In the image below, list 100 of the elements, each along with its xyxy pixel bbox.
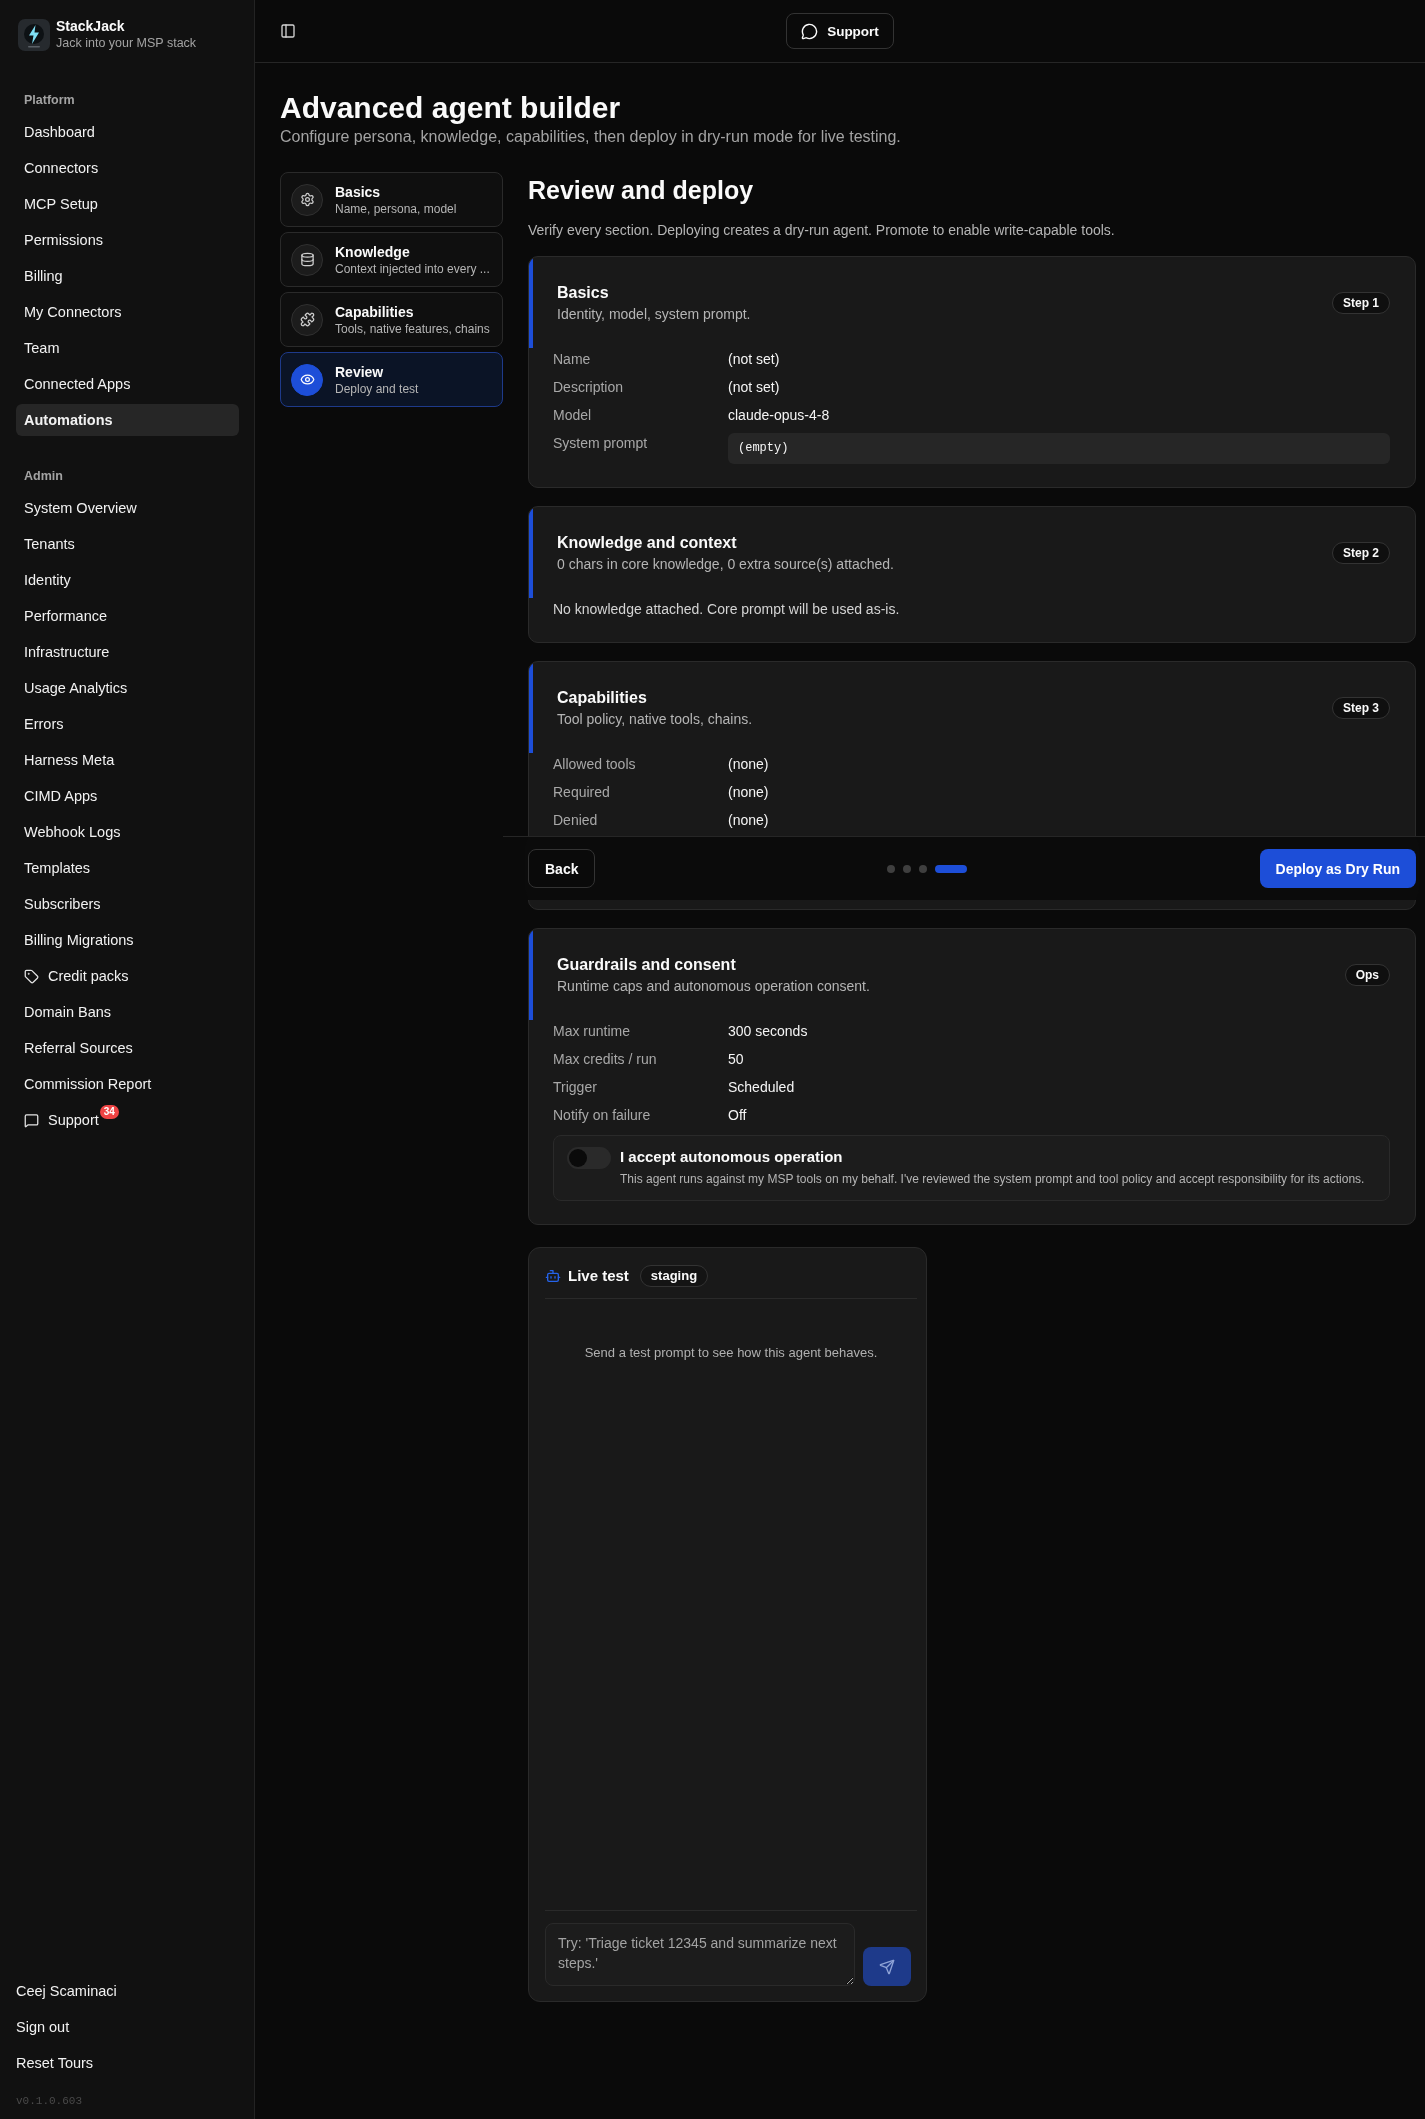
account-link[interactable]: Reset Tours [16, 2047, 94, 2079]
database-icon [291, 243, 323, 276]
field-label: Notify on failure [553, 1106, 651, 1125]
nav-item[interactable]: Templates [16, 852, 239, 884]
nav-item[interactable]: Automations [16, 404, 239, 436]
step-badge: Step 2 [1332, 542, 1390, 564]
prompt-input[interactable]: Try: 'Triage ticket 12345 and summarize next steps.' [545, 1923, 855, 1986]
field-value: 300 seconds [728, 1022, 808, 1041]
section-heading: Review and deploy [528, 175, 754, 205]
step-subtitle: Name, persona, model [335, 200, 457, 217]
account-link[interactable]: Ceej Scaminaci [16, 1975, 117, 2007]
gear-icon [291, 183, 323, 216]
nav-item[interactable]: Tenants [16, 528, 239, 560]
step-badge: Step 1 [1332, 292, 1390, 314]
nav-item[interactable]: MCP Setup [16, 188, 239, 220]
nav-item[interactable]: Dashboard [16, 116, 239, 148]
brand-tagline: Jack into your MSP stack [56, 35, 197, 52]
nav-item[interactable]: Credit packs [16, 960, 239, 992]
nav-item[interactable]: Connected Apps [16, 368, 239, 400]
sidebar-toggle-icon[interactable] [280, 23, 296, 39]
nav-item[interactable]: Referral Sources [16, 1032, 239, 1064]
step-subtitle: Tools, native features, chains [335, 320, 490, 337]
step-card[interactable]: Basics Name, persona, model [280, 172, 503, 227]
chat-icon [801, 22, 819, 40]
back-button[interactable]: Back [528, 849, 596, 888]
nav-item[interactable]: System Overview [16, 492, 239, 524]
panel-title: Live test [568, 1266, 629, 1286]
nav-item[interactable]: Commission Report [16, 1068, 239, 1100]
nav-item[interactable]: Identity [16, 564, 239, 596]
nav-item[interactable]: Connectors [16, 152, 239, 184]
nav-item[interactable]: Subscribers [16, 888, 239, 920]
code-value: (empty) [728, 433, 1390, 464]
card-subtitle: Runtime caps and autonomous operation consent. [557, 977, 870, 996]
step-badge: Ops [1344, 964, 1390, 986]
field-label: Description [553, 378, 624, 397]
card-subtitle: Tool policy, native tools, chains. [557, 710, 753, 729]
consent-title: I accept autonomous operation [620, 1147, 843, 1167]
field-value: Scheduled [728, 1078, 795, 1097]
nav-item[interactable]: Billing Migrations [16, 924, 239, 956]
robot-icon [545, 1268, 561, 1284]
send-icon [879, 1958, 895, 1975]
field-value: (none) [728, 811, 769, 830]
tag-icon [24, 968, 39, 984]
field-label: Model [553, 406, 592, 425]
field-value: Off [728, 1106, 747, 1125]
toggle-switch[interactable] [567, 1147, 611, 1169]
page-subtitle: Configure persona, knowledge, capabilities, then deploy in dry-run mode for live testing. [280, 127, 902, 147]
field-label: Denied [553, 811, 598, 830]
card-title: Capabilities [557, 688, 647, 708]
section-description: Verify every section. Deploying creates a dry-run agent. Promote to enable write-capable tools. [528, 221, 1116, 240]
field-value: claude-opus-4-8 [728, 406, 830, 425]
nav-item[interactable]: Webhook Logs [16, 816, 239, 848]
page-title: Advanced agent builder [280, 90, 622, 126]
card-title: Basics [557, 283, 609, 303]
step-card[interactable]: Capabilities Tools, native features, chains [280, 292, 503, 347]
field-label: Allowed tools [553, 755, 636, 774]
step-subtitle: Deploy and test [335, 380, 419, 397]
empty-note: No knowledge attached. Core prompt will be used as-is. [552, 600, 901, 619]
card-title: Guardrails and consent [557, 955, 736, 975]
nav-item[interactable]: Infrastructure [16, 636, 239, 668]
nav-item[interactable]: Team [16, 332, 239, 364]
field-label: Name [553, 350, 591, 369]
step-badge: Step 3 [1332, 697, 1390, 719]
nav-item[interactable]: My Connectors [16, 296, 239, 328]
account-link[interactable]: Sign out [16, 2011, 70, 2043]
field-value: (not set) [728, 350, 780, 369]
nav-item[interactable]: Harness Meta [16, 744, 239, 776]
card-subtitle: Identity, model, system prompt. [557, 305, 751, 324]
nav-item[interactable]: Domain Bans [16, 996, 239, 1028]
nav-item[interactable]: Billing [16, 260, 239, 292]
field-label: System prompt [553, 434, 648, 453]
deploy-button[interactable]: Deploy as Dry Run [1259, 849, 1416, 888]
field-value: (none) [728, 755, 769, 774]
step-card[interactable]: Review Deploy and test [280, 352, 503, 407]
nav-item[interactable]: CIMD Apps [16, 780, 239, 812]
step-title: Capabilities [335, 302, 415, 321]
chat-icon [24, 1112, 39, 1128]
card-subtitle: 0 chars in core knowledge, 0 extra source(s) attached. [557, 555, 894, 574]
nav-item[interactable]: Usage Analytics [16, 672, 239, 704]
nav-section-heading: Admin [23, 468, 63, 485]
step-title: Knowledge [335, 242, 411, 261]
consent-text: This agent runs against my MSP tools on my behalf. I've reviewed the system prompt and tool policy and accept responsibility for its actions. [620, 1171, 1365, 1188]
field-label: Trigger [553, 1078, 597, 1097]
field-value: 50 [728, 1050, 744, 1069]
environment-badge: staging [639, 1265, 709, 1287]
step-subtitle: Context injected into every ... [335, 260, 490, 277]
nav-item[interactable]: Support 34 [16, 1104, 239, 1136]
nav-item[interactable]: Errors [16, 708, 239, 740]
nav-section-heading: Platform [23, 92, 75, 109]
support-button[interactable]: Support [786, 13, 894, 49]
field-label: Required [553, 783, 610, 802]
version-label: v0.1.0.603 [16, 2094, 82, 2109]
empty-message: Send a test prompt to see how this agent behaves. [584, 1344, 878, 1362]
nav-item[interactable]: Permissions [16, 224, 239, 256]
card-title: Knowledge and context [557, 533, 737, 553]
field-label: Max credits / run [553, 1050, 657, 1069]
logo-icon [18, 19, 50, 51]
step-card[interactable]: Knowledge Context injected into every ... [280, 232, 503, 287]
nav-item[interactable]: Performance [16, 600, 239, 632]
field-value: (none) [728, 783, 769, 802]
